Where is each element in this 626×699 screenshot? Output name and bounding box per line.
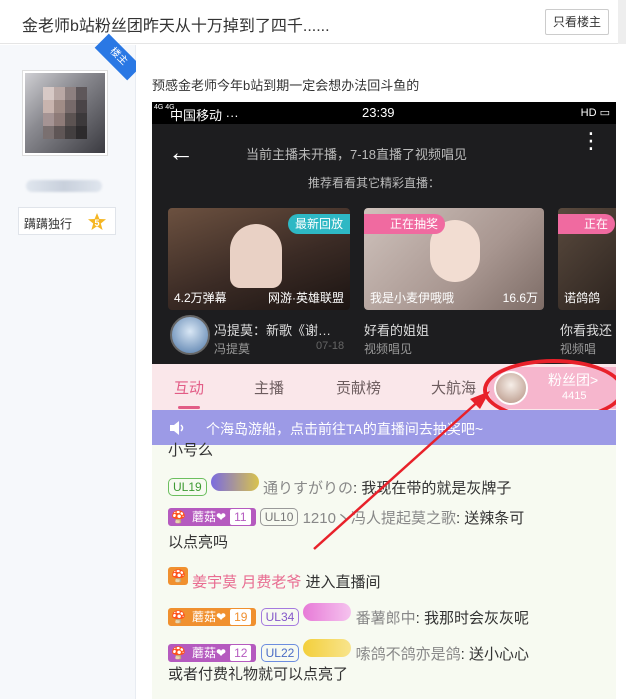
card-stat: 诺鸽鸽 [564, 291, 601, 305]
speaker-icon [170, 421, 184, 435]
level-number: 5 [94, 218, 99, 228]
lottery-banner[interactable]: 个海岛游船，点击前往TA的直播间去抽奖吧~ [152, 410, 616, 445]
post-content: 预感金老师今年b站到期一定会想办法回斗鱼的 4G 4G 中国移动 ··· 23:… [136, 45, 626, 699]
card-tag: 正在抽奖 [364, 214, 446, 234]
thread-header: 金老师b站粉丝团昨天从十万掉到了四千...... 只看楼主 [0, 0, 626, 44]
recommend-notice: 推荐看看其它精彩直播： [308, 176, 441, 190]
live-card-2[interactable]: 正在抽奖 我是小麦伊哦哦 16.6万 [364, 208, 544, 310]
card-stat: 我是小麦伊哦哦 [370, 291, 455, 305]
chat-line: 蘑菇❤12 UL22 嗦鸽不鸽亦是鸽: 送小心心 [168, 639, 529, 664]
card-date: 07-18 [316, 340, 345, 352]
card-category: 视频唱见 [364, 342, 413, 356]
chat-message: : 送辣条可 [455, 510, 525, 527]
card-viewers: 16.6万 [502, 291, 538, 305]
card-tag: 最新回放 [287, 214, 350, 234]
avatar-mosaic [43, 87, 87, 139]
card-title: 冯提莫：新歌《谢… [214, 323, 332, 338]
chat-nickname[interactable]: 通りすがりの [263, 480, 353, 497]
chat-line: 蘑菇❤11 UL10 1210丶冯人提起莫之歌: 送辣条可 [168, 507, 524, 528]
chat-text: 小号么 [168, 442, 214, 459]
post-text: 预感金老师今年b站到期一定会想办法回斗鱼的 [152, 78, 420, 93]
medal-icon [210, 473, 259, 491]
medal-icon [303, 603, 352, 621]
status-bar: 4G 4G 中国移动 ··· 23:39 HD ▭ [152, 102, 616, 124]
more-icon[interactable]: ⋮ [580, 130, 602, 152]
chat-line: 姜宇莫 月费老爷 进入直播间 [168, 567, 381, 592]
live-card-1[interactable]: 最新回放 4.2万弹幕 网游·英雄联盟 [168, 208, 350, 310]
fan-medal: 蘑菇❤11 [168, 508, 256, 526]
chat-message: : 我现在带的就是灰牌子 [353, 480, 512, 497]
chat-nickname[interactable]: 嗦鸽不鸽亦是鸽 [356, 646, 461, 663]
level-star-icon: 5 [88, 213, 106, 230]
chat-message: : 我那时会灰灰呢 [415, 610, 529, 627]
card-category: 视频唱 [560, 342, 597, 356]
chat-line: 小号么 [168, 439, 213, 460]
battery-icon: HD ▭ [580, 107, 610, 119]
avatar[interactable] [22, 70, 108, 156]
card-tag: 正在 [558, 214, 616, 234]
only-host-button[interactable]: 只看楼主 [545, 9, 609, 35]
scrollbar[interactable] [618, 0, 626, 44]
offline-panel: ← 当前主播未开播，7-18直播了视频唱见 推荐看看其它精彩直播： ⋮ 最新回放… [152, 124, 616, 364]
chat-list: 小号么 UL19 通りすがりの: 我现在带的就是灰牌子 蘑菇❤11 UL10 1… [152, 442, 616, 699]
carrier-label: 中国移动 ··· [170, 108, 239, 123]
card-streamer: 冯提莫 [214, 342, 251, 356]
tab-anchor[interactable]: 主播 [254, 377, 284, 398]
tab-contribution[interactable]: 贡献榜 [336, 377, 381, 398]
fan-medal: 蘑菇❤12 [168, 644, 257, 662]
fan-medal: 蘑菇❤19 [168, 608, 257, 626]
streamer-avatar[interactable] [170, 315, 210, 355]
thread-title: 金老师b站粉丝团昨天从十万掉到了四千...... [22, 18, 330, 35]
chat-line: 蘑菇❤19 UL34 番薯郎中: 我那时会灰灰呢 [168, 603, 529, 628]
user-level-badge: UL34 [260, 608, 300, 626]
card-category: 网游·英雄联盟 [268, 291, 344, 305]
card-stat: 4.2万弹幕 [174, 291, 227, 305]
card-title: 你看我还 [560, 323, 613, 338]
banner-text: 个海岛游船，点击前往TA的直播间去抽奖吧~ [206, 421, 484, 437]
screenshot-image: 4G 4G 中国移动 ··· 23:39 HD ▭ ← 当前主播未开播，7-18… [152, 102, 616, 699]
level-name: 蹒蹒独行 [24, 217, 73, 231]
medal-icon [303, 639, 352, 657]
chat-line-continued: 或者付费礼物就可以点亮了 [168, 666, 349, 683]
clock: 23:39 [362, 105, 395, 120]
level-box[interactable]: 蹒蹒独行 5 [18, 207, 116, 235]
tab-interaction[interactable]: 互动 [174, 377, 204, 398]
vip-icon [168, 567, 188, 585]
offline-notice: 当前主播未开播，7-18直播了视频唱见 [246, 147, 468, 162]
user-level-badge: UL10 [259, 508, 299, 526]
chat-line-continued: 以点亮吗 [168, 534, 229, 551]
chat-line: UL19 通りすがりの: 我现在带的就是灰牌子 [168, 473, 511, 498]
user-level-badge: UL22 [260, 644, 300, 662]
tab-voyage[interactable]: 大航海 [431, 377, 476, 398]
tab-underline [178, 406, 200, 409]
live-card-3[interactable]: 正在 诺鸽鸽 [558, 208, 616, 310]
author-sidebar: 楼主 蹒蹒独行 5 [0, 33, 142, 699]
back-arrow-icon[interactable]: ← [168, 138, 194, 166]
chat-message: : 送小心心 [460, 646, 529, 663]
user-level-badge: UL19 [168, 478, 207, 496]
username-blurred [26, 180, 102, 192]
chat-nickname[interactable]: 姜宇莫 月费老爷 [192, 574, 301, 591]
chat-message: 进入直播间 [305, 574, 381, 591]
chat-nickname[interactable]: 番薯郎中 [356, 610, 416, 627]
chat-nickname[interactable]: 1210丶冯人提起莫之歌 [303, 510, 456, 527]
card-title: 好看的姐姐 [364, 323, 430, 338]
